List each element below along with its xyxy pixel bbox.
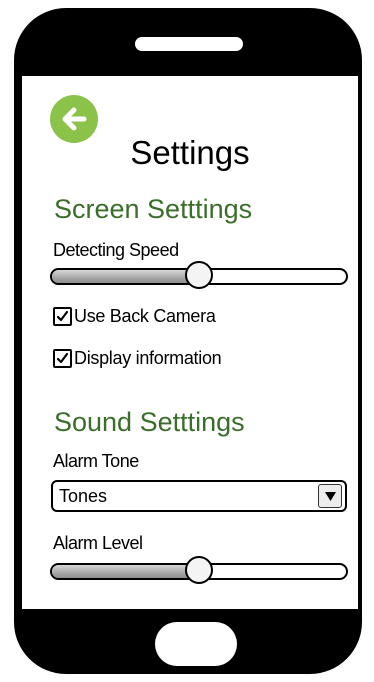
page-title: Settings [130, 134, 250, 171]
chevron-down-icon [325, 492, 336, 501]
checkmark-icon [56, 310, 69, 322]
alarm-tone-select[interactable]: Tones [51, 480, 347, 512]
display-information-label: Display information [74, 348, 222, 368]
detecting-speed-slider[interactable] [50, 261, 348, 289]
screen-settings-heading: Screen Setttings [54, 194, 253, 224]
dropdown-button[interactable] [318, 484, 342, 508]
use-back-camera-label: Use Back Camera [74, 306, 216, 326]
alarm-level-slider[interactable] [50, 556, 348, 584]
use-back-camera-checkbox[interactable] [53, 307, 72, 326]
home-button[interactable] [155, 622, 237, 666]
display-information-option[interactable]: Display information [53, 348, 222, 368]
display-information-checkbox[interactable] [53, 349, 72, 368]
use-back-camera-option[interactable]: Use Back Camera [53, 306, 216, 326]
alarm-tone-value: Tones [59, 486, 108, 506]
checkmark-icon [56, 352, 69, 364]
slider-fill [52, 565, 199, 578]
slider-fill [52, 270, 199, 283]
alarm-tone-label: Alarm Tone [53, 451, 139, 471]
slider-thumb[interactable] [185, 556, 213, 584]
speaker-grille [135, 37, 243, 51]
alarm-level-label: Alarm Level [53, 533, 143, 553]
detecting-speed-label: Detecting Speed [53, 240, 179, 260]
sound-settings-heading: Sound Setttings [54, 407, 245, 437]
slider-thumb[interactable] [185, 261, 213, 289]
